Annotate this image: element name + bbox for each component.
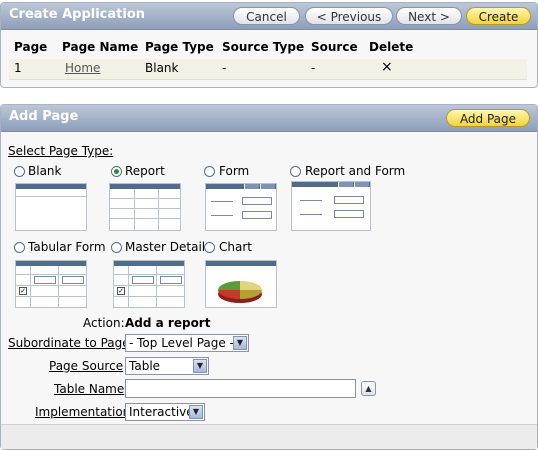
page-source-select[interactable]: Table ▼ bbox=[125, 357, 209, 375]
implementation-value: Interactive bbox=[129, 405, 194, 419]
create-button[interactable]: Create bbox=[466, 7, 531, 25]
panel-footer bbox=[1, 424, 537, 449]
panel-title: Add Page bbox=[9, 109, 79, 124]
action-value: Add a report bbox=[125, 316, 211, 330]
radio-report-and-form[interactable] bbox=[290, 166, 301, 177]
subordinate-to-page-value: - Top Level Page - bbox=[129, 336, 234, 350]
add-page-header: Add Page Add Page bbox=[1, 105, 537, 132]
report-thumbnail[interactable] bbox=[109, 183, 181, 231]
page-source-label: Page Source bbox=[49, 359, 124, 373]
column-header-page-type: Page Type bbox=[145, 40, 214, 54]
option-label-chart: Chart bbox=[219, 240, 252, 254]
column-header-page: Page bbox=[14, 40, 48, 54]
add-page-button[interactable]: Add Page bbox=[446, 109, 530, 127]
chart-thumbnail[interactable] bbox=[205, 260, 277, 308]
radio-chart[interactable] bbox=[204, 242, 215, 253]
cell-source: - bbox=[311, 61, 316, 75]
cancel-button[interactable]: Cancel bbox=[233, 7, 300, 25]
option-label-form: Form bbox=[219, 164, 250, 178]
chevron-down-icon: ▼ bbox=[189, 405, 203, 419]
cell-page-type: Blank bbox=[145, 61, 179, 75]
radio-master-detail[interactable] bbox=[111, 242, 122, 253]
column-header-source-type: Source Type bbox=[222, 40, 305, 54]
subordinate-to-page-label: Subordinate to Page bbox=[8, 336, 130, 350]
page-name-link[interactable]: Home bbox=[65, 61, 100, 75]
table-name-input[interactable] bbox=[125, 379, 356, 398]
tabular-form-thumbnail[interactable]: ✓ bbox=[15, 260, 87, 308]
report-and-form-thumbnail[interactable] bbox=[291, 181, 371, 231]
action-label: Action: bbox=[83, 316, 125, 330]
implementation-label: Implementation bbox=[35, 405, 131, 419]
chevron-down-icon: ▼ bbox=[193, 359, 207, 373]
radio-report[interactable] bbox=[111, 166, 122, 177]
page-source-value: Table bbox=[129, 359, 161, 373]
select-page-type-label: Select Page Type: bbox=[8, 144, 114, 158]
column-header-delete: Delete bbox=[369, 40, 414, 54]
column-header-source: Source bbox=[311, 40, 358, 54]
radio-blank[interactable] bbox=[14, 166, 25, 177]
column-header-page-name: Page Name bbox=[62, 40, 139, 54]
form-thumbnail[interactable] bbox=[205, 183, 277, 231]
delete-icon[interactable]: × bbox=[381, 59, 393, 75]
cell-page-number: 1 bbox=[14, 61, 22, 75]
create-application-header: Create Application Cancel < Previous Nex… bbox=[1, 3, 537, 30]
add-page-panel: Add Page Add Page Select Page Type: Blan… bbox=[0, 104, 538, 450]
radio-tabular-form[interactable] bbox=[14, 242, 25, 253]
option-label-tabular-form: Tabular Form bbox=[28, 240, 106, 254]
table-name-label: Table Name bbox=[54, 382, 125, 396]
option-label-report: Report bbox=[125, 164, 165, 178]
blank-thumbnail[interactable] bbox=[15, 183, 87, 231]
triangle-up-icon: ▲ bbox=[365, 384, 372, 393]
create-application-panel: Create Application Cancel < Previous Nex… bbox=[0, 2, 538, 88]
previous-button[interactable]: < Previous bbox=[305, 7, 393, 25]
radio-form[interactable] bbox=[204, 166, 215, 177]
list-of-values-button[interactable]: ▲ bbox=[361, 381, 376, 396]
panel-title: Create Application bbox=[9, 7, 146, 22]
chevron-down-icon: ▼ bbox=[233, 336, 247, 350]
subordinate-to-page-select[interactable]: - Top Level Page - ▼ bbox=[125, 334, 249, 352]
implementation-select[interactable]: Interactive ▼ bbox=[125, 403, 205, 421]
cell-source-type: - bbox=[222, 61, 227, 75]
next-button[interactable]: Next > bbox=[396, 7, 462, 25]
master-detail-thumbnail[interactable]: ✓ bbox=[113, 260, 185, 308]
pie-chart-icon bbox=[218, 281, 262, 303]
option-label-report-and-form: Report and Form bbox=[305, 164, 406, 178]
option-label-master-detail: Master Detail bbox=[125, 240, 206, 254]
option-label-blank: Blank bbox=[28, 164, 62, 178]
